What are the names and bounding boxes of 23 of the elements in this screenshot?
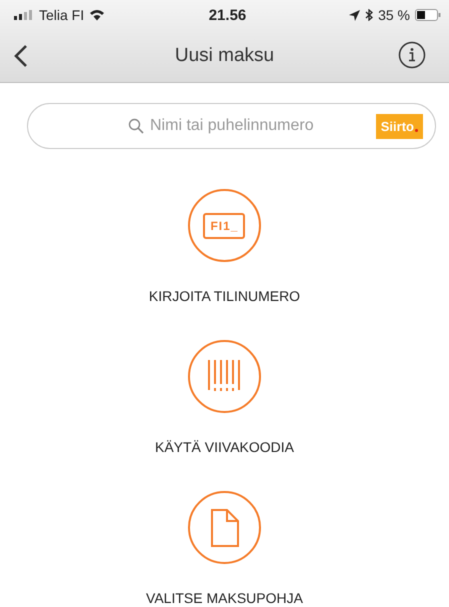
action-button[interactable] bbox=[188, 491, 261, 564]
battery-icon bbox=[414, 9, 441, 21]
wifi-icon bbox=[89, 9, 106, 21]
bluetooth-icon bbox=[365, 9, 374, 21]
location-icon bbox=[349, 10, 360, 20]
back-icon[interactable] bbox=[14, 44, 28, 68]
info-icon[interactable] bbox=[398, 41, 426, 69]
action-button[interactable]: FI1_ bbox=[188, 189, 261, 262]
signal-icon bbox=[14, 10, 34, 20]
siirto-logo: Siirto bbox=[376, 114, 423, 138]
search-icon bbox=[128, 118, 144, 134]
battery-percent: 35 % bbox=[378, 7, 410, 23]
action-label: KÄYTÄ VIIVAKOODIA bbox=[154, 439, 294, 455]
search-field[interactable]: Nimi tai puhelinnumero bbox=[150, 117, 350, 135]
screen-title: Uusi maksu bbox=[174, 45, 274, 67]
action-label: VALITSE MAKSUPOHJA bbox=[146, 590, 303, 606]
carrier-name: Telia FI bbox=[39, 7, 84, 23]
action-button[interactable] bbox=[188, 340, 261, 413]
document-icon bbox=[210, 508, 238, 546]
barcode-icon bbox=[206, 360, 242, 394]
action-label: KIRJOITA TILINUMERO bbox=[148, 288, 300, 304]
account-number-icon: FI1_ bbox=[203, 212, 246, 238]
status-time: 21.56 bbox=[208, 6, 246, 24]
